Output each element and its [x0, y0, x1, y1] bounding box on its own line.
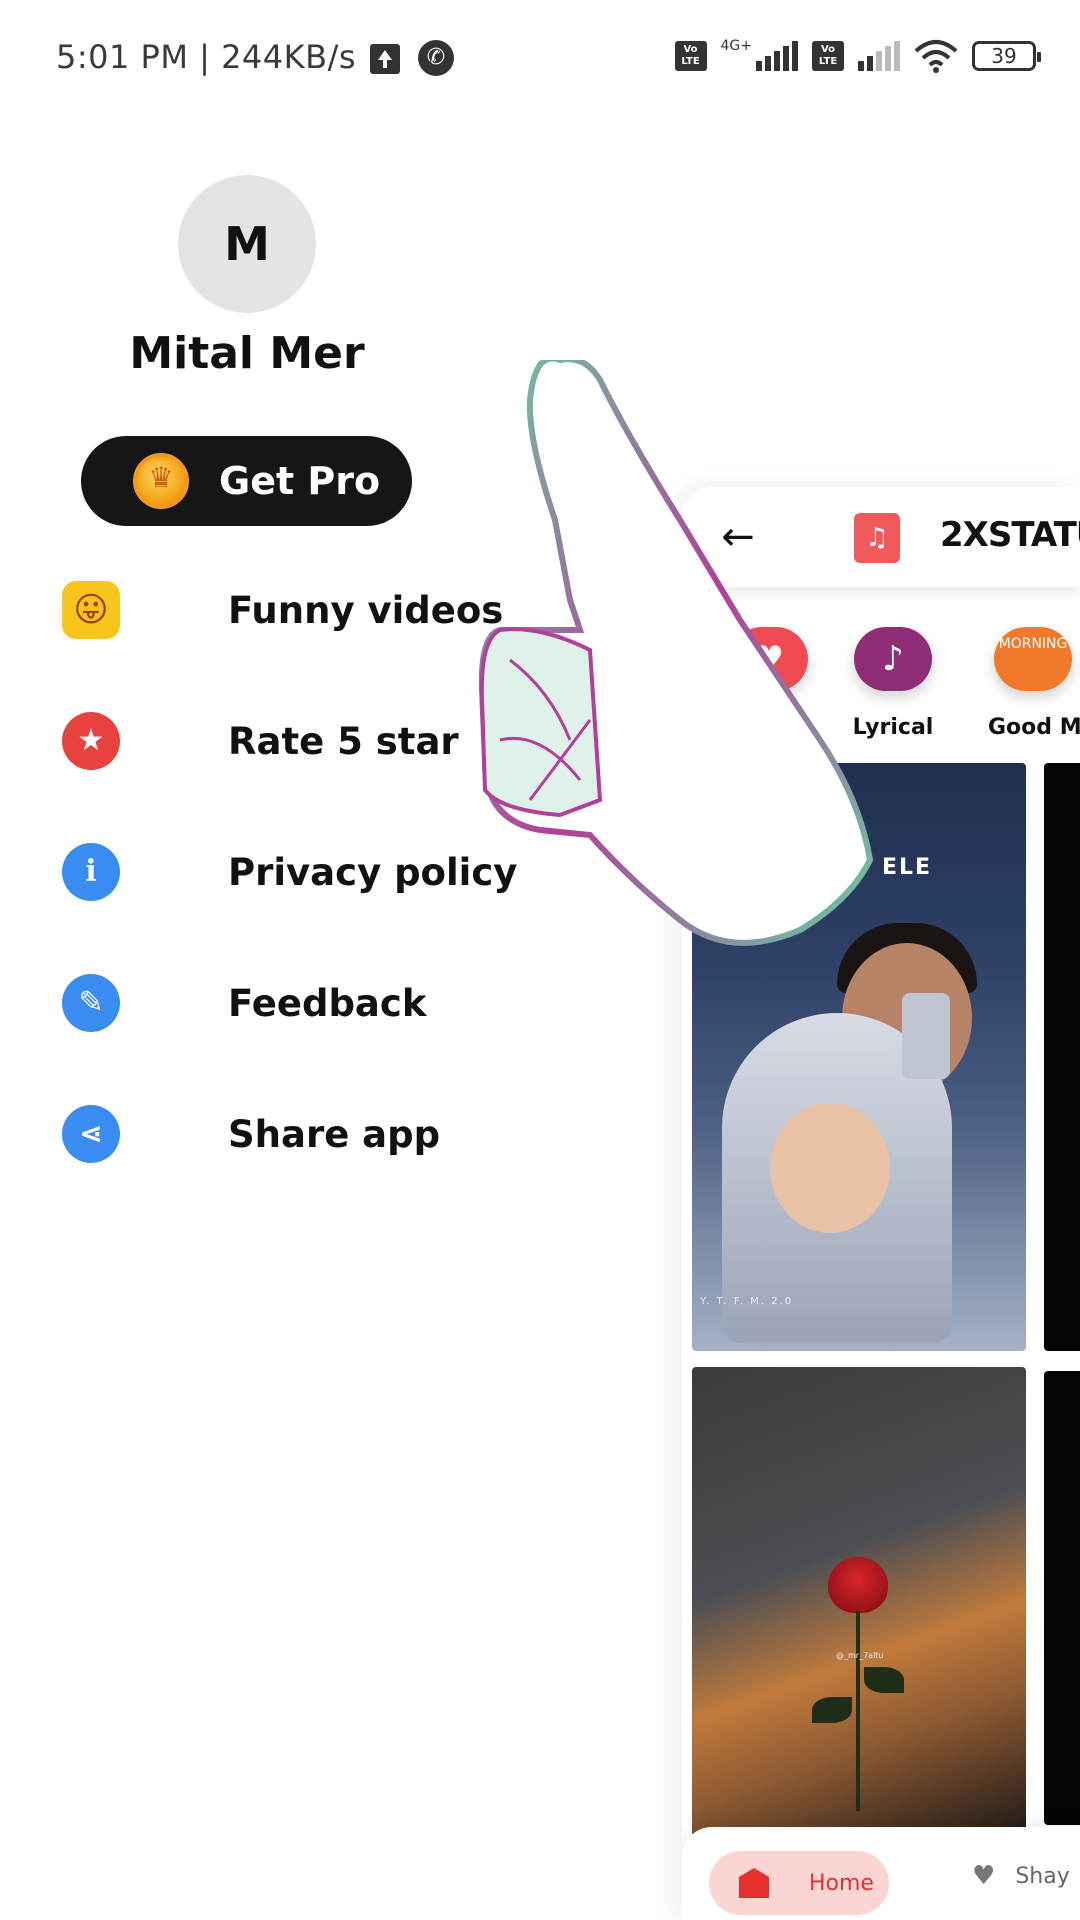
app-bar: ← ♫ 2XSTATU [682, 487, 1080, 587]
status-bar: 5:01 PM | 244KB/s ✆ Vo LTE 4G+ Vo LTE 39 [0, 0, 1080, 110]
heart-icon: ♥ [972, 1861, 996, 1891]
menu-item-label: Rate 5 star [228, 719, 459, 763]
menu-item-label: Share app [228, 1112, 441, 1156]
thumbnail-watermark: Y. T. F. M. 2.0 [700, 1296, 794, 1307]
category-good-morning[interactable]: MORNING Good Mor [988, 627, 1080, 740]
volte-icon-2: Vo LTE [812, 41, 844, 71]
heart-icon: ♥ [730, 627, 808, 691]
video-thumbnail-4[interactable] [1044, 1371, 1080, 1825]
rose-stem [856, 1611, 860, 1811]
network-type: 4G+ [720, 38, 753, 54]
battery-icon: 39 [972, 41, 1041, 71]
video-thumbnail-2[interactable] [1044, 763, 1080, 1351]
video-thumbnail[interactable]: ELE Y. T. F. M. 2.0 [692, 763, 1026, 1351]
menu-item-funny-videos[interactable]: 😛 Funny videos [0, 560, 520, 660]
menu-item-privacy-policy[interactable]: i Privacy policy [0, 822, 520, 922]
laughing-face-icon: 😛 [62, 581, 120, 639]
avatar[interactable]: M [178, 175, 316, 313]
home-icon [739, 1868, 769, 1898]
rose-leaf [864, 1667, 904, 1693]
app-title: 2XSTATU [940, 515, 1080, 555]
nav-home-label: Home [809, 1870, 874, 1896]
menu-item-feedback[interactable]: ✎ Feedback [0, 953, 520, 1053]
info-icon: i [62, 843, 120, 901]
menu-item-label: Feedback [228, 981, 427, 1025]
upload-icon [370, 44, 400, 74]
get-pro-button[interactable]: Get Pro [81, 436, 412, 526]
morning-icon: MORNING [994, 627, 1072, 691]
music-list-icon: ♪ [854, 627, 932, 691]
rose-leaf [812, 1697, 852, 1723]
back-arrow-icon[interactable]: ← [708, 507, 768, 567]
share-icon: ⋖ [62, 1105, 120, 1163]
menu-item-share-app[interactable]: ⋖ Share app [0, 1084, 520, 1184]
signal-icon [756, 41, 798, 71]
thumbnail-watermark: @_mr_7altu [836, 1651, 884, 1660]
status-time: 5:01 PM | 244KB/s [56, 38, 357, 76]
category-label: ve [754, 715, 784, 740]
menu-item-label: Privacy policy [228, 850, 518, 894]
signal-icon-2 [858, 41, 900, 71]
app-logo-icon: ♫ [854, 513, 914, 563]
nav-home-button[interactable]: Home [709, 1851, 889, 1915]
crown-icon [133, 453, 189, 509]
category-label: Lyrical [852, 715, 934, 740]
category-love[interactable]: ♥ ve [724, 627, 814, 740]
menu-item-rate[interactable]: ★ Rate 5 star [0, 691, 520, 791]
thumbnail-neon-text: ELE [882, 855, 933, 880]
main-app-panel[interactable]: ← ♫ 2XSTATU ♥ ve ♪ Lyrical MORNING Good … [682, 487, 1080, 1920]
bottom-nav: Home ♥ Shay [682, 1827, 1080, 1920]
nav-shayari-button[interactable]: ♥ Shay [972, 1861, 1070, 1891]
nav-shayari-label: Shay [1015, 1863, 1070, 1889]
video-thumbnail-3[interactable]: @_mr_7altu [692, 1367, 1026, 1837]
category-label: Good Mor [988, 715, 1080, 740]
status-icons: Vo LTE 4G+ Vo LTE 39 [674, 36, 1041, 76]
category-lyrical[interactable]: ♪ Lyrical [848, 627, 938, 740]
rose-flower [828, 1557, 888, 1613]
volte-icon: Vo LTE [674, 41, 707, 71]
thumbnail-phone [902, 993, 950, 1079]
star-icon: ★ [62, 712, 120, 770]
user-name: Mital Mer [129, 328, 365, 379]
wifi-icon [914, 40, 958, 73]
menu-item-label: Funny videos [228, 588, 504, 632]
get-pro-label: Get Pro [219, 459, 381, 503]
pencil-icon: ✎ [62, 974, 120, 1032]
call-icon: ✆ [418, 40, 454, 76]
thumbnail-figure [770, 1103, 890, 1233]
